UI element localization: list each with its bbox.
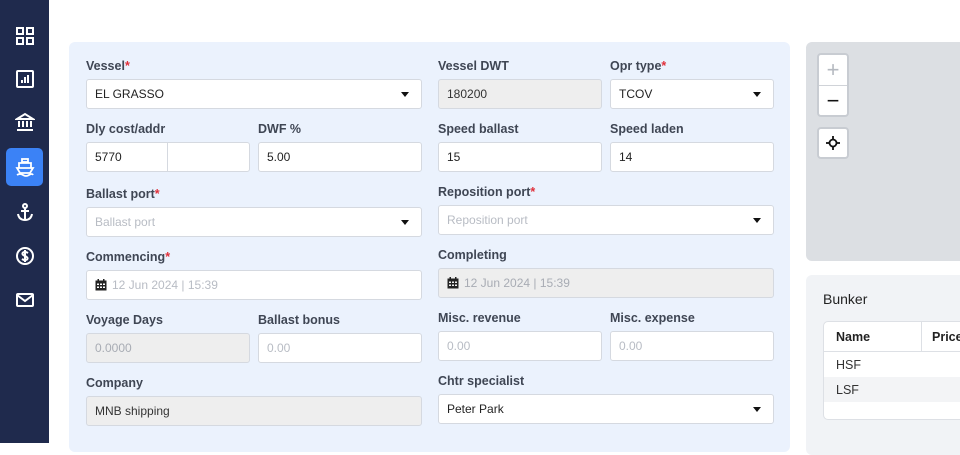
- reposition-port-label: Reposition port*: [438, 185, 536, 199]
- chevron-down-icon: [753, 218, 761, 223]
- vessel-dwt-label: Vessel DWT: [438, 59, 509, 73]
- nav-mail[interactable]: [6, 282, 43, 318]
- dollar-icon: [15, 247, 34, 265]
- calendar-icon: [447, 277, 459, 289]
- bunker-table-header: Name Price: [824, 322, 960, 352]
- dwf-field[interactable]: 5.00: [258, 142, 422, 172]
- zoom-out-button[interactable]: −: [819, 86, 847, 116]
- sidebar: [0, 0, 49, 443]
- addr-field[interactable]: [167, 142, 250, 172]
- zoom-in-button[interactable]: +: [819, 55, 847, 85]
- misc-expense-field[interactable]: 0.00: [610, 331, 774, 361]
- dwf-label: DWF %: [258, 122, 302, 136]
- bank-icon: [14, 112, 35, 131]
- misc-expense-label: Misc. expense: [610, 311, 695, 325]
- vessel-dwt-field: 180200: [438, 79, 602, 109]
- chtr-specialist-select[interactable]: Peter Park: [438, 394, 774, 424]
- map-zoom-control: + −: [817, 53, 849, 117]
- dly-cost-label: Dly cost/addr: [86, 122, 166, 136]
- voyage-days-label: Voyage Days: [86, 313, 163, 327]
- nav-bank[interactable]: [6, 104, 43, 140]
- mail-icon: [15, 293, 34, 307]
- vessel-select[interactable]: EL GRASSO: [86, 79, 422, 109]
- chtr-specialist-label: Chtr specialist: [438, 374, 525, 388]
- ship-icon: [14, 158, 35, 177]
- vessel-label: Vessel*: [86, 59, 130, 73]
- column-header-name[interactable]: Name: [824, 322, 922, 352]
- reposition-port-select[interactable]: Reposition port: [438, 205, 774, 235]
- table-row[interactable]: HSF: [824, 352, 960, 377]
- misc-revenue-field[interactable]: 0.00: [438, 331, 602, 361]
- ballast-port-label: Ballast port*: [86, 187, 160, 201]
- completing-label: Completing: [438, 248, 507, 262]
- ballast-port-select[interactable]: Ballast port: [86, 207, 422, 237]
- dly-cost-field[interactable]: 5770: [86, 142, 168, 172]
- chevron-down-icon: [753, 92, 761, 97]
- bunker-panel: Bunker Name Price HSF LSF: [806, 275, 960, 455]
- commencing-label: Commencing*: [86, 250, 171, 264]
- bunker-name-cell: HSF: [836, 357, 861, 372]
- calendar-icon: [95, 279, 107, 291]
- misc-revenue-label: Misc. revenue: [438, 311, 521, 325]
- crosshair-icon: [826, 136, 840, 150]
- bunker-table: Name Price HSF LSF: [823, 321, 960, 420]
- chevron-down-icon: [401, 92, 409, 97]
- nav-reports[interactable]: [6, 61, 43, 97]
- ballast-bonus-field[interactable]: 0.00: [258, 333, 422, 363]
- bunker-name-cell: LSF: [836, 382, 859, 397]
- speed-laden-label: Speed laden: [610, 122, 684, 136]
- locate-button[interactable]: [817, 127, 849, 159]
- speed-laden-field[interactable]: 14: [610, 142, 774, 172]
- report-chart-icon: [15, 70, 34, 88]
- opr-type-select[interactable]: TCOV: [610, 79, 774, 109]
- company-field: MNB shipping: [86, 396, 422, 426]
- voyage-form-panel: Vessel* EL GRASSO Vessel DWT 180200 Opr …: [69, 42, 790, 452]
- nav-finance[interactable]: [6, 238, 43, 274]
- nav-port[interactable]: [6, 194, 43, 230]
- chevron-down-icon: [401, 220, 409, 225]
- company-label: Company: [86, 376, 143, 390]
- dashboard-grid-icon: [15, 27, 34, 45]
- column-header-price[interactable]: Price: [922, 330, 960, 344]
- nav-dashboard[interactable]: [6, 18, 43, 54]
- commencing-datetime-field[interactable]: 12 Jun 2024 | 15:39: [86, 270, 422, 300]
- ballast-bonus-label: Ballast bonus: [258, 313, 340, 327]
- speed-ballast-field[interactable]: 15: [438, 142, 602, 172]
- chevron-down-icon: [753, 407, 761, 412]
- map-panel[interactable]: + −: [806, 42, 960, 261]
- voyage-days-field: 0.0000: [86, 333, 250, 363]
- completing-datetime-field: 12 Jun 2024 | 15:39: [438, 268, 774, 298]
- table-row[interactable]: LSF: [824, 377, 960, 402]
- bunker-title: Bunker: [823, 291, 868, 307]
- anchor-icon: [16, 203, 33, 222]
- speed-ballast-label: Speed ballast: [438, 122, 519, 136]
- nav-voyage[interactable]: [6, 148, 43, 186]
- opr-type-label: Opr type*: [610, 59, 667, 73]
